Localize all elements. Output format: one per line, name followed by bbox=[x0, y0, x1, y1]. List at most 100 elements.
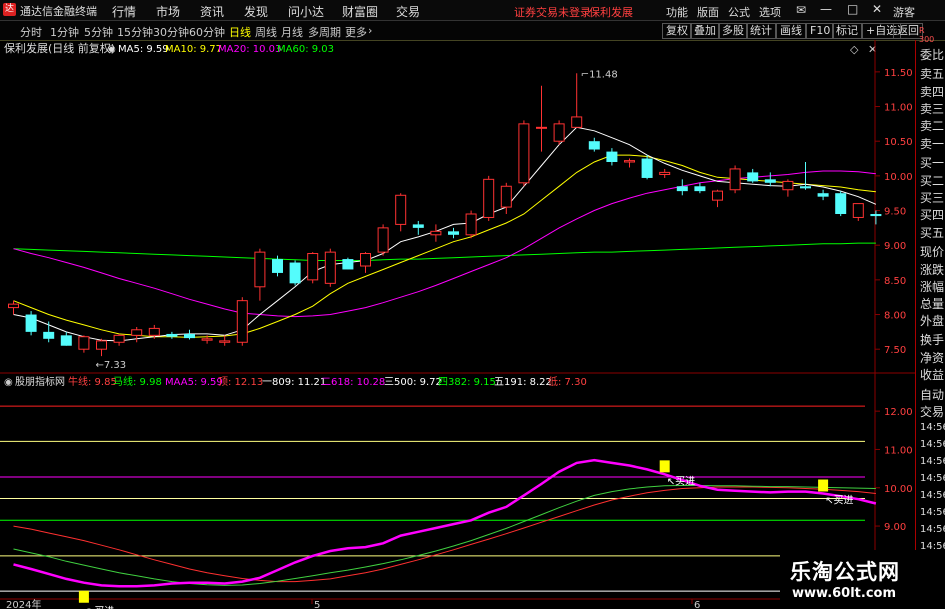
menu-ask[interactable]: 问小达 bbox=[288, 3, 324, 20]
price-axis-label: 7.50 bbox=[884, 345, 906, 356]
period-tab-month[interactable]: 月线 bbox=[281, 24, 303, 40]
side-time-1: 14:56 bbox=[920, 422, 945, 433]
chevron-right-icon[interactable]: › bbox=[368, 24, 372, 37]
period-tab-5m[interactable]: 5分钟 bbox=[84, 24, 113, 40]
candle-body bbox=[412, 224, 424, 228]
side-net-asset[interactable]: 净资 bbox=[920, 349, 944, 366]
period-tab-multi[interactable]: 多周期 bbox=[308, 24, 341, 40]
side-outer[interactable]: 外盘 bbox=[920, 312, 944, 329]
side-buy3[interactable]: 买三 bbox=[920, 189, 944, 206]
side-auto[interactable]: 自动 bbox=[920, 386, 944, 403]
close-chart-icon[interactable]: ✕ bbox=[868, 43, 877, 56]
side-trade[interactable]: 交易 bbox=[920, 403, 944, 420]
candle-body bbox=[536, 126, 547, 129]
period-tab-week[interactable]: 周线 bbox=[255, 24, 277, 40]
draw-line-button[interactable]: 画线 bbox=[776, 23, 806, 39]
menu-market[interactable]: 市场 bbox=[156, 3, 180, 20]
side-buy1[interactable]: 买一 bbox=[920, 154, 944, 171]
stock-name-title: 保利发展 bbox=[589, 6, 633, 19]
period-tab-60m[interactable]: 60分钟 bbox=[189, 24, 225, 40]
side-weibi[interactable]: 委比 bbox=[920, 46, 944, 63]
candle-body bbox=[184, 333, 195, 339]
legend-ma10: MA10: 9.77 bbox=[165, 44, 222, 55]
buy-signal-label: ↖买进 bbox=[825, 495, 853, 507]
side-price[interactable]: 现价 bbox=[920, 243, 944, 260]
settings-diamond-icon[interactable]: ◇ bbox=[850, 43, 859, 56]
niu-indicator-line bbox=[13, 486, 876, 583]
menu-news[interactable]: 资讯 bbox=[200, 3, 224, 20]
candle bbox=[324, 248, 336, 287]
candle bbox=[412, 220, 424, 235]
indicator-level-lines bbox=[0, 405, 865, 592]
buy-signal-marker bbox=[818, 479, 829, 492]
candle-body bbox=[236, 300, 248, 343]
side-sell4[interactable]: 卖四 bbox=[920, 83, 944, 100]
adjust-button[interactable]: 复权 bbox=[662, 23, 692, 39]
menu-wealth[interactable]: 财富圈 bbox=[342, 3, 378, 20]
side-sell3[interactable]: 卖三 bbox=[920, 100, 944, 117]
period-tab-more[interactable]: 更多 bbox=[345, 24, 367, 40]
side-buy4[interactable]: 买四 bbox=[920, 206, 944, 223]
side-change-pct[interactable]: 涨幅 bbox=[920, 278, 944, 295]
period-tab-30m[interactable]: 30分钟 bbox=[153, 24, 189, 40]
side-earnings[interactable]: 收益 bbox=[920, 366, 944, 383]
period-tab-tick[interactable]: 分时 bbox=[20, 24, 42, 40]
menu-discover[interactable]: 发现 bbox=[244, 3, 268, 20]
candle bbox=[571, 73, 583, 128]
legend-di: 低: 7.30 bbox=[548, 375, 587, 388]
candle-body bbox=[166, 333, 178, 337]
multi-stock-button[interactable]: 多股 bbox=[718, 23, 748, 39]
candle bbox=[835, 191, 847, 217]
indicator-toggle-icon[interactable]: ◉ bbox=[4, 377, 13, 388]
price-axis-label: 10.00 bbox=[884, 172, 913, 183]
maa5-indicator-line bbox=[13, 458, 877, 588]
f10-button[interactable]: F10 bbox=[806, 23, 835, 39]
candle-body bbox=[500, 185, 512, 208]
moving-average-lines bbox=[13, 126, 877, 342]
period-tab-15m[interactable]: 15分钟 bbox=[117, 24, 153, 40]
candle-body bbox=[8, 303, 19, 309]
overlay-button[interactable]: 叠加 bbox=[690, 23, 720, 39]
menu-formula[interactable]: 公式 bbox=[728, 4, 750, 20]
side-turnover[interactable]: 换手 bbox=[920, 331, 944, 348]
side-sell5[interactable]: 卖五 bbox=[920, 65, 944, 82]
candle bbox=[131, 327, 143, 343]
candle bbox=[25, 311, 37, 336]
candle bbox=[588, 137, 600, 152]
side-volume[interactable]: 总量 bbox=[920, 295, 944, 312]
chart-canvas[interactable]: 保利发展(日线 前复权) ◉ MA5: 9.59 MA10: 9.77 MA20… bbox=[0, 40, 915, 609]
candle-body bbox=[712, 190, 723, 201]
side-sell2[interactable]: 卖二 bbox=[920, 117, 944, 134]
price-axis-label: 10.50 bbox=[884, 137, 913, 148]
login-warning[interactable]: 证券交易未登录 bbox=[514, 4, 591, 20]
maximize-icon[interactable]: □ bbox=[847, 2, 858, 16]
menu-options[interactable]: 选项 bbox=[759, 4, 781, 20]
menu-layout[interactable]: 版面 bbox=[697, 4, 719, 20]
candle-body bbox=[25, 314, 37, 332]
message-icon[interactable]: ✉ bbox=[796, 3, 806, 17]
side-buy5[interactable]: 买五 bbox=[920, 224, 944, 241]
indicator-axis-label: 11.00 bbox=[884, 445, 913, 456]
buy-signal-label: ↖买进 bbox=[667, 475, 695, 487]
stats-button[interactable]: 统计 bbox=[746, 23, 776, 39]
legend-ma-line: 马线: 9.98 bbox=[113, 375, 162, 388]
legend-ding: 顶: 12.13 bbox=[218, 376, 263, 388]
period-tab-1m[interactable]: 1分钟 bbox=[50, 24, 79, 40]
user-label[interactable]: 游客 bbox=[893, 4, 915, 20]
period-tab-day[interactable]: 日线 bbox=[229, 24, 251, 40]
minimize-icon[interactable]: — bbox=[820, 2, 832, 16]
menu-function[interactable]: 功能 bbox=[666, 4, 688, 20]
side-change[interactable]: 涨跌 bbox=[920, 261, 944, 278]
mark-button[interactable]: 标记 bbox=[832, 23, 862, 39]
menu-quotes[interactable]: 行情 bbox=[112, 3, 136, 20]
menu-trade[interactable]: 交易 bbox=[396, 3, 420, 20]
legend-toggle-icon[interactable]: ◉ bbox=[107, 44, 116, 55]
candle-body bbox=[96, 340, 107, 350]
candle-body bbox=[852, 203, 864, 218]
close-icon[interactable]: ✕ bbox=[872, 2, 882, 16]
side-buy2[interactable]: 买二 bbox=[920, 172, 944, 189]
candle-body bbox=[800, 186, 811, 189]
price-axis-label: 9.50 bbox=[884, 207, 906, 218]
side-sell1[interactable]: 卖一 bbox=[920, 135, 944, 152]
candle bbox=[43, 321, 55, 343]
